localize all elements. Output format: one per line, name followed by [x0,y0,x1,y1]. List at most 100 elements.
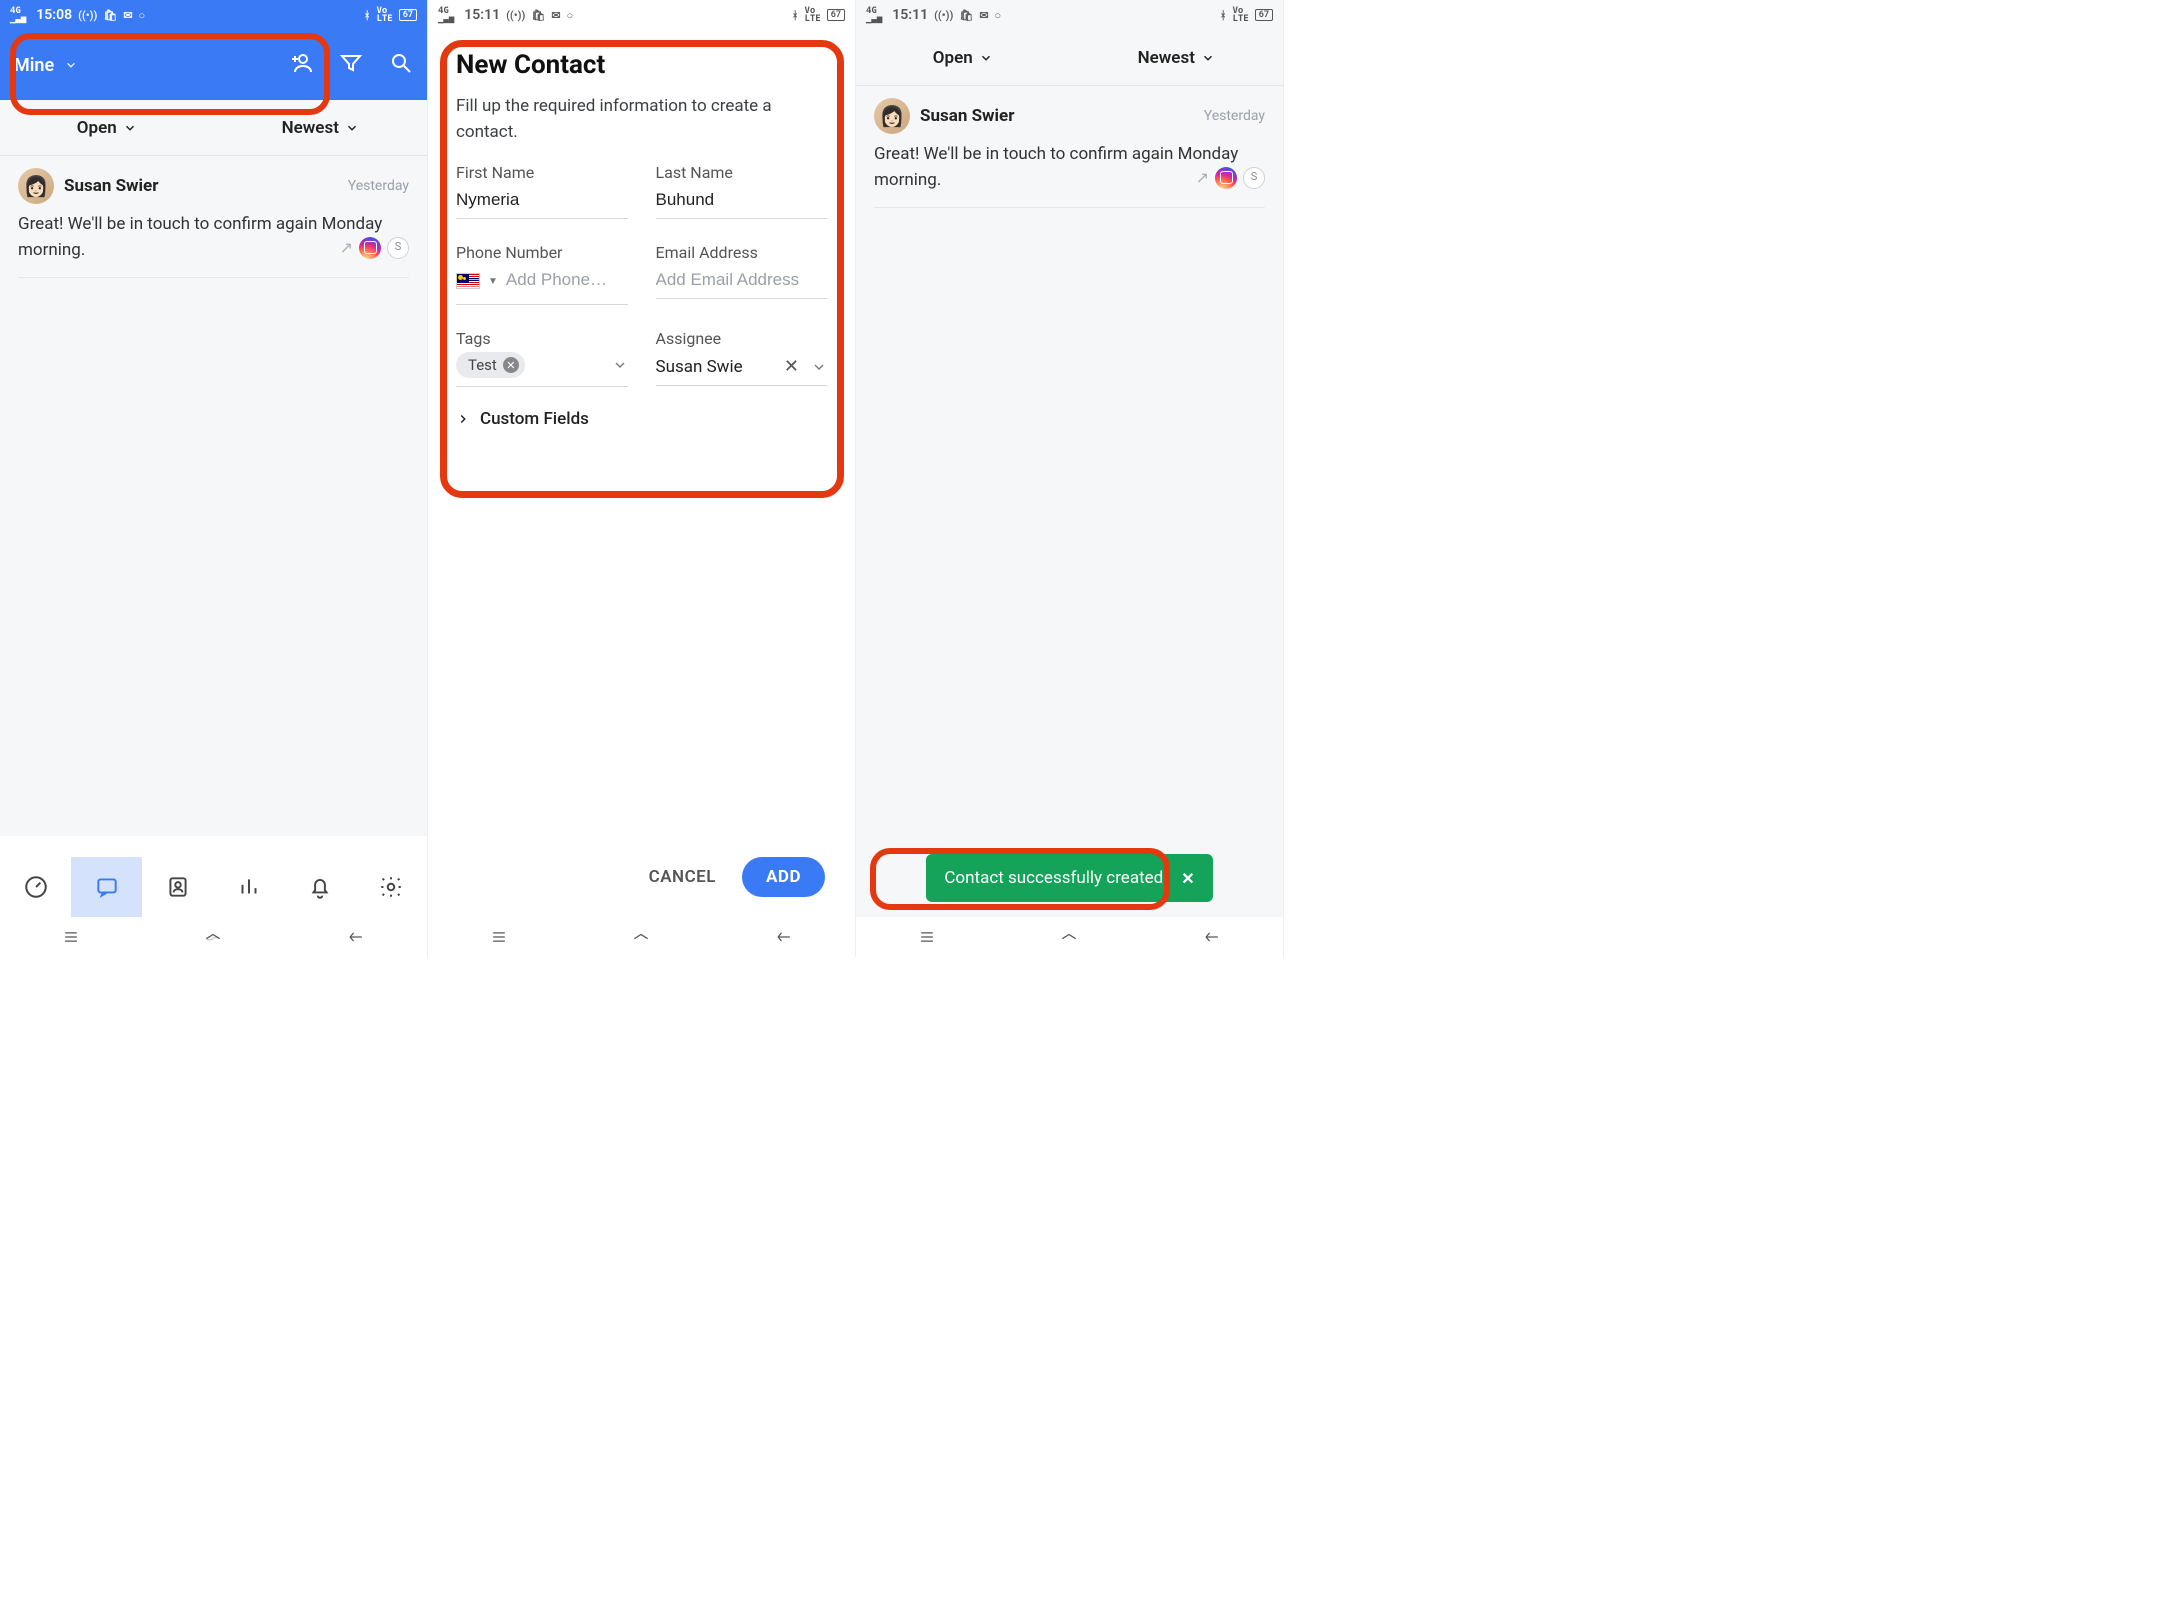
wifi-icon: ((•)) [934,9,953,22]
instagram-icon [1215,167,1237,189]
tag-remove-icon[interactable]: ✕ [503,357,519,373]
chevron-down-icon [1201,51,1215,65]
filter-status[interactable]: Open [0,100,214,155]
tab-settings[interactable] [356,857,427,917]
arrow-icon: ↗ [1196,166,1209,190]
filter-status[interactable]: Open [856,30,1070,85]
status-time: 15:08 [36,7,72,23]
inbox-selector-label: Mine [14,55,54,76]
form-actions: CANCEL ADD [428,857,855,897]
chevron-down-icon [123,121,137,135]
nav-home[interactable] [142,917,284,957]
signal-icon: 4G▁▃▅ [438,7,454,23]
inbox-selector[interactable]: Mine [14,55,281,76]
form-subtitle: Fill up the required information to crea… [456,94,827,145]
contact-name: Susan Swier [920,106,1194,126]
chevron-right-icon [456,412,470,426]
nav-home[interactable] [998,917,1140,957]
volte-icon: VoLTE [1232,7,1248,23]
toast-close-icon[interactable]: ✕ [1181,869,1194,888]
chevron-down-icon [979,51,993,65]
message-item[interactable]: Susan Swier Yesterday Great! We'll be in… [874,98,1265,208]
chevron-down-icon[interactable]: ▼ [488,276,498,287]
instagram-icon [359,237,381,259]
nav-menu[interactable] [856,917,998,957]
filter-bar: Open Newest [0,100,427,156]
mail-icon: ✉ [551,9,560,22]
avatar [18,168,54,204]
last-name-input[interactable] [656,184,828,219]
wifi-icon: ((•)) [78,9,97,22]
android-nav [0,917,427,957]
first-name-input[interactable] [456,184,628,219]
chevron-down-icon[interactable] [811,359,827,375]
tag-chip[interactable]: Test ✕ [456,352,525,378]
circle-icon: ○ [139,9,146,22]
wifi-icon: ((•)) [506,9,525,22]
tab-contacts[interactable] [142,857,213,917]
filter-bar: Open Newest [856,30,1283,86]
nav-menu[interactable] [0,917,142,957]
phone-input[interactable] [506,264,628,298]
toast-message: Contact successfully created [944,868,1163,888]
volte-icon: VoLTE [804,7,820,23]
form-title: New Contact [456,50,827,80]
nav-back[interactable] [285,917,427,957]
tab-reports[interactable] [214,857,285,917]
chevron-down-icon [345,121,359,135]
tags-field: Tags Test ✕ [456,329,628,387]
status-bar: 4G▁▃▅ 15:08 ((•)) 🛍 ✉ ○ ᚼ VoLTE 67 [0,0,427,30]
filter-sort[interactable]: Newest [214,100,428,155]
email-input[interactable] [656,264,828,299]
arrow-icon: ↗ [340,236,353,260]
bluetooth-icon: ᚼ [364,9,371,22]
add-button[interactable]: ADD [742,857,825,897]
tags-label: Tags [456,329,628,348]
screen-new-contact: 4G▁▃▅ 15:11 ((•)) 🛍 ✉ ○ ᚼ VoLTE 67 New C… [428,0,856,957]
nav-back[interactable] [713,917,855,957]
bottom-tabs [0,857,427,917]
assignee-badge: S [1243,167,1265,189]
assignee-value: Susan Swie [656,357,772,377]
screen-inbox-success: 4G▁▃▅ 15:11 ((•)) 🛍 ✉ ○ ᚼ VoLTE 67 Open … [856,0,1284,957]
bag-icon: 🛍 [103,9,117,22]
android-nav [856,917,1283,957]
message-list: Susan Swier Yesterday Great! We'll be in… [0,156,427,836]
nav-back[interactable] [1141,917,1283,957]
search-button[interactable] [389,51,413,79]
assignee-badge: S [387,237,409,259]
chevron-down-icon[interactable] [612,357,628,373]
tab-notifications[interactable] [285,857,356,917]
cancel-button[interactable]: CANCEL [649,867,716,887]
status-bar: 4G▁▃▅ 15:11 ((•)) 🛍 ✉ ○ ᚼ VoLTE 67 [428,0,855,30]
mail-icon: ✉ [123,9,132,22]
app-header: Mine [0,30,427,100]
tab-dashboard[interactable] [0,857,71,917]
assignee-clear-icon[interactable]: ✕ [778,356,805,377]
filter-button[interactable] [339,51,363,79]
message-time: Yesterday [348,178,409,194]
battery-icon: 67 [399,9,417,21]
new-contact-form: New Contact Fill up the required informa… [428,30,855,429]
assignee-label: Assignee [656,329,828,348]
volte-icon: VoLTE [376,7,392,23]
nav-menu[interactable] [428,917,570,957]
tab-messages[interactable] [71,857,142,917]
filter-sort[interactable]: Newest [1070,30,1284,85]
last-name-field: Last Name [656,163,828,219]
status-bar: 4G▁▃▅ 15:11 ((•)) 🛍 ✉ ○ ᚼ VoLTE 67 [856,0,1283,30]
avatar [874,98,910,134]
custom-fields-toggle[interactable]: Custom Fields [456,409,827,429]
signal-icon: 4G▁▃▅ [866,7,882,23]
mail-icon: ✉ [979,9,988,22]
circle-icon: ○ [995,9,1002,22]
email-label: Email Address [656,243,828,262]
circle-icon: ○ [567,9,574,22]
nav-home[interactable] [570,917,712,957]
add-contact-button[interactable] [289,51,313,79]
message-item[interactable]: Susan Swier Yesterday Great! We'll be in… [18,168,409,278]
phone-label: Phone Number [456,243,628,262]
bag-icon: 🛍 [959,9,973,22]
country-flag-icon[interactable] [456,273,480,289]
first-name-field: First Name [456,163,628,219]
